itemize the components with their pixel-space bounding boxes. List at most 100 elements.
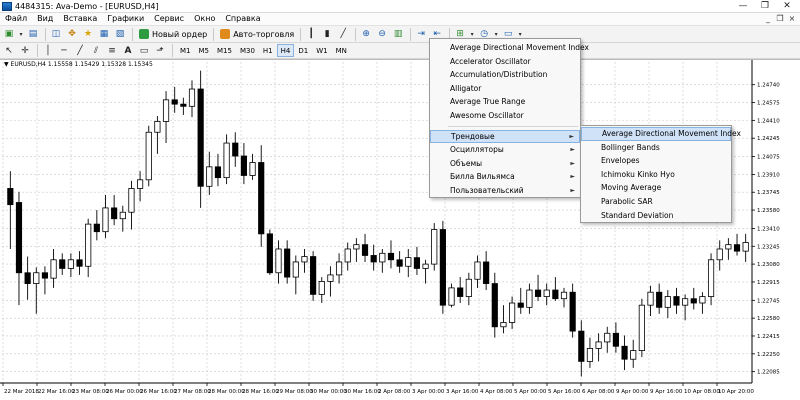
candle xyxy=(578,320,585,377)
candle xyxy=(517,287,524,314)
chevron-right-icon: ► xyxy=(570,159,575,167)
vertical-line-icon[interactable]: │ xyxy=(41,44,55,58)
channel-icon[interactable]: ⫽ xyxy=(89,44,103,58)
timeframe-d1[interactable]: D1 xyxy=(294,44,312,57)
terminal-icon[interactable]: ▦ xyxy=(97,27,111,41)
chart-close-button[interactable]: × xyxy=(786,13,798,25)
bar-chart-icon[interactable]: ┃ xyxy=(304,27,318,41)
timeframe-m30[interactable]: M30 xyxy=(236,44,259,57)
time-tick-label: 30 Mar 00:00 xyxy=(310,389,347,395)
menu-item-moving-average[interactable]: Moving Average xyxy=(581,181,731,195)
menu-item-std-dev[interactable]: Standard Deviation xyxy=(581,209,731,223)
profiles-icon[interactable]: ▤ xyxy=(26,27,40,41)
line-chart-icon[interactable]: ╱ xyxy=(336,27,350,41)
menu-item-alligator[interactable]: Alligator xyxy=(430,82,580,96)
candle-body xyxy=(188,88,196,107)
zoom-out-icon[interactable]: ⊖ xyxy=(375,27,389,41)
candle-body xyxy=(344,248,351,263)
candle xyxy=(560,287,568,308)
menu-help[interactable]: Справка xyxy=(220,13,265,25)
menu-item-envelopes[interactable]: Envelopes xyxy=(581,154,731,168)
menu-item-accelerator[interactable]: Accelerator Oscillator xyxy=(430,55,580,69)
cursor-icon[interactable]: ↖ xyxy=(2,44,16,58)
time-tick-label: 5 Apr 00:00 xyxy=(514,389,547,395)
menu-item-ichimoku[interactable]: Ichimoku Kinko Hyo xyxy=(581,168,731,182)
menu-charts[interactable]: Графики xyxy=(102,13,149,25)
maximize-button[interactable]: ❐ xyxy=(754,0,776,12)
auto-trading-button[interactable]: Авто-торговля xyxy=(217,27,297,41)
market-watch-icon[interactable]: ◫ xyxy=(49,27,63,41)
chart-minimize-button[interactable]: _ xyxy=(762,13,774,25)
data-window-icon[interactable]: ✥ xyxy=(65,27,79,41)
tile-windows-icon[interactable]: ▥ xyxy=(391,27,405,41)
arrows-icon[interactable]: ⬏ xyxy=(153,44,167,58)
minimize-button[interactable]: — xyxy=(732,0,754,12)
timeframe-mn[interactable]: MN xyxy=(332,44,351,57)
menu-item-atr[interactable]: Average True Range xyxy=(430,95,580,109)
candle xyxy=(690,287,697,310)
candle-body xyxy=(612,332,619,347)
timeframe-m1[interactable]: M1 xyxy=(176,44,195,57)
timeframe-h1[interactable]: H1 xyxy=(259,44,277,57)
timeframe-h4[interactable]: H4 xyxy=(276,44,295,57)
menu-item-adx[interactable]: Average Directional Movement Index xyxy=(430,41,589,55)
candle-body xyxy=(448,287,455,306)
trendline-icon[interactable]: ╱ xyxy=(73,44,87,58)
submenu-volumes-label: Объемы xyxy=(450,158,483,168)
timeframe-m5[interactable]: M5 xyxy=(195,44,214,57)
candle xyxy=(232,132,239,167)
label-icon[interactable]: ▭ xyxy=(137,44,151,58)
menu-tools[interactable]: Сервис xyxy=(149,13,189,25)
candlestick-icon[interactable]: ▮ xyxy=(320,27,334,41)
candle-body xyxy=(111,207,118,220)
candle xyxy=(725,238,732,260)
new-order-button[interactable]: Новый ордер xyxy=(136,27,210,41)
auto-trading-label: Авто-торговля xyxy=(233,29,295,39)
close-button[interactable]: ✕ xyxy=(776,0,798,12)
toolbar-separator xyxy=(37,44,38,57)
chart-restore-button[interactable]: ❐ xyxy=(774,13,786,25)
menu-window[interactable]: Окно xyxy=(189,13,220,25)
chevron-down-icon[interactable]: ▾ xyxy=(18,27,24,41)
submenu-volumes[interactable]: Объемы ► xyxy=(430,157,580,171)
timeframe-w1[interactable]: W1 xyxy=(312,44,331,57)
zoom-in-icon[interactable]: ⊕ xyxy=(359,27,373,41)
horizontal-line-icon[interactable]: ─ xyxy=(57,44,71,58)
candle-body xyxy=(318,281,325,295)
price-tick-label: 1.23910 xyxy=(757,172,780,178)
candle-body xyxy=(405,257,412,267)
submenu-custom[interactable]: Пользовательский ► xyxy=(430,184,580,198)
text-icon[interactable]: A xyxy=(121,44,135,58)
menu-item-awesome[interactable]: Awesome Oscillator xyxy=(430,109,580,123)
time-tick-label: 3 Apr 00:00 xyxy=(412,389,445,395)
candle xyxy=(604,326,611,353)
time-tick-label: 4 Apr 08:00 xyxy=(480,389,513,395)
fibonacci-icon[interactable]: ≡ xyxy=(105,44,119,58)
price-tick-label: 1.24075 xyxy=(757,155,780,161)
submenu-oscillators[interactable]: Осцилляторы ► xyxy=(430,143,580,157)
chart-window[interactable]: 1.24740 1.24575 1.24410 1.24245 1.24075 1.239… xyxy=(0,59,800,400)
submenu-bill-williams[interactable]: Билла Вильямса ► xyxy=(430,170,580,184)
menu-insert[interactable]: Вставка xyxy=(58,13,102,25)
auto-trading-icon xyxy=(220,29,231,39)
menu-item-parabolic-sar[interactable]: Parabolic SAR xyxy=(581,195,731,209)
candle-body xyxy=(716,248,723,261)
candlestick-chart[interactable]: 1.24740 1.24575 1.24410 1.24245 1.24075 1.239… xyxy=(0,60,800,400)
candle xyxy=(335,253,343,284)
time-tick-label: 28 Mar 16:00 xyxy=(242,389,279,395)
menu-item-bollinger[interactable]: Bollinger Bands xyxy=(581,141,731,155)
submenu-trend[interactable]: Трендовые ► xyxy=(430,129,580,144)
menu-item-accumulation[interactable]: Accumulation/Distribution xyxy=(430,68,580,82)
menu-view[interactable]: Вид xyxy=(32,13,58,25)
new-chart-icon[interactable]: ▣ xyxy=(2,27,16,41)
navigator-icon[interactable]: ★ xyxy=(81,27,95,41)
candle xyxy=(249,153,256,180)
menu-item-trend-adx[interactable]: Average Directional Movement Index xyxy=(581,127,741,141)
timeframe-m15[interactable]: M15 xyxy=(213,44,236,57)
crosshair-icon[interactable]: ✛ xyxy=(18,44,32,58)
candle xyxy=(526,283,533,314)
candle-body xyxy=(162,99,170,122)
tester-icon[interactable]: ▧ xyxy=(113,27,127,41)
menu-file[interactable]: Файл xyxy=(0,13,32,25)
chart-shift-icon[interactable]: ⇥ xyxy=(414,27,428,41)
